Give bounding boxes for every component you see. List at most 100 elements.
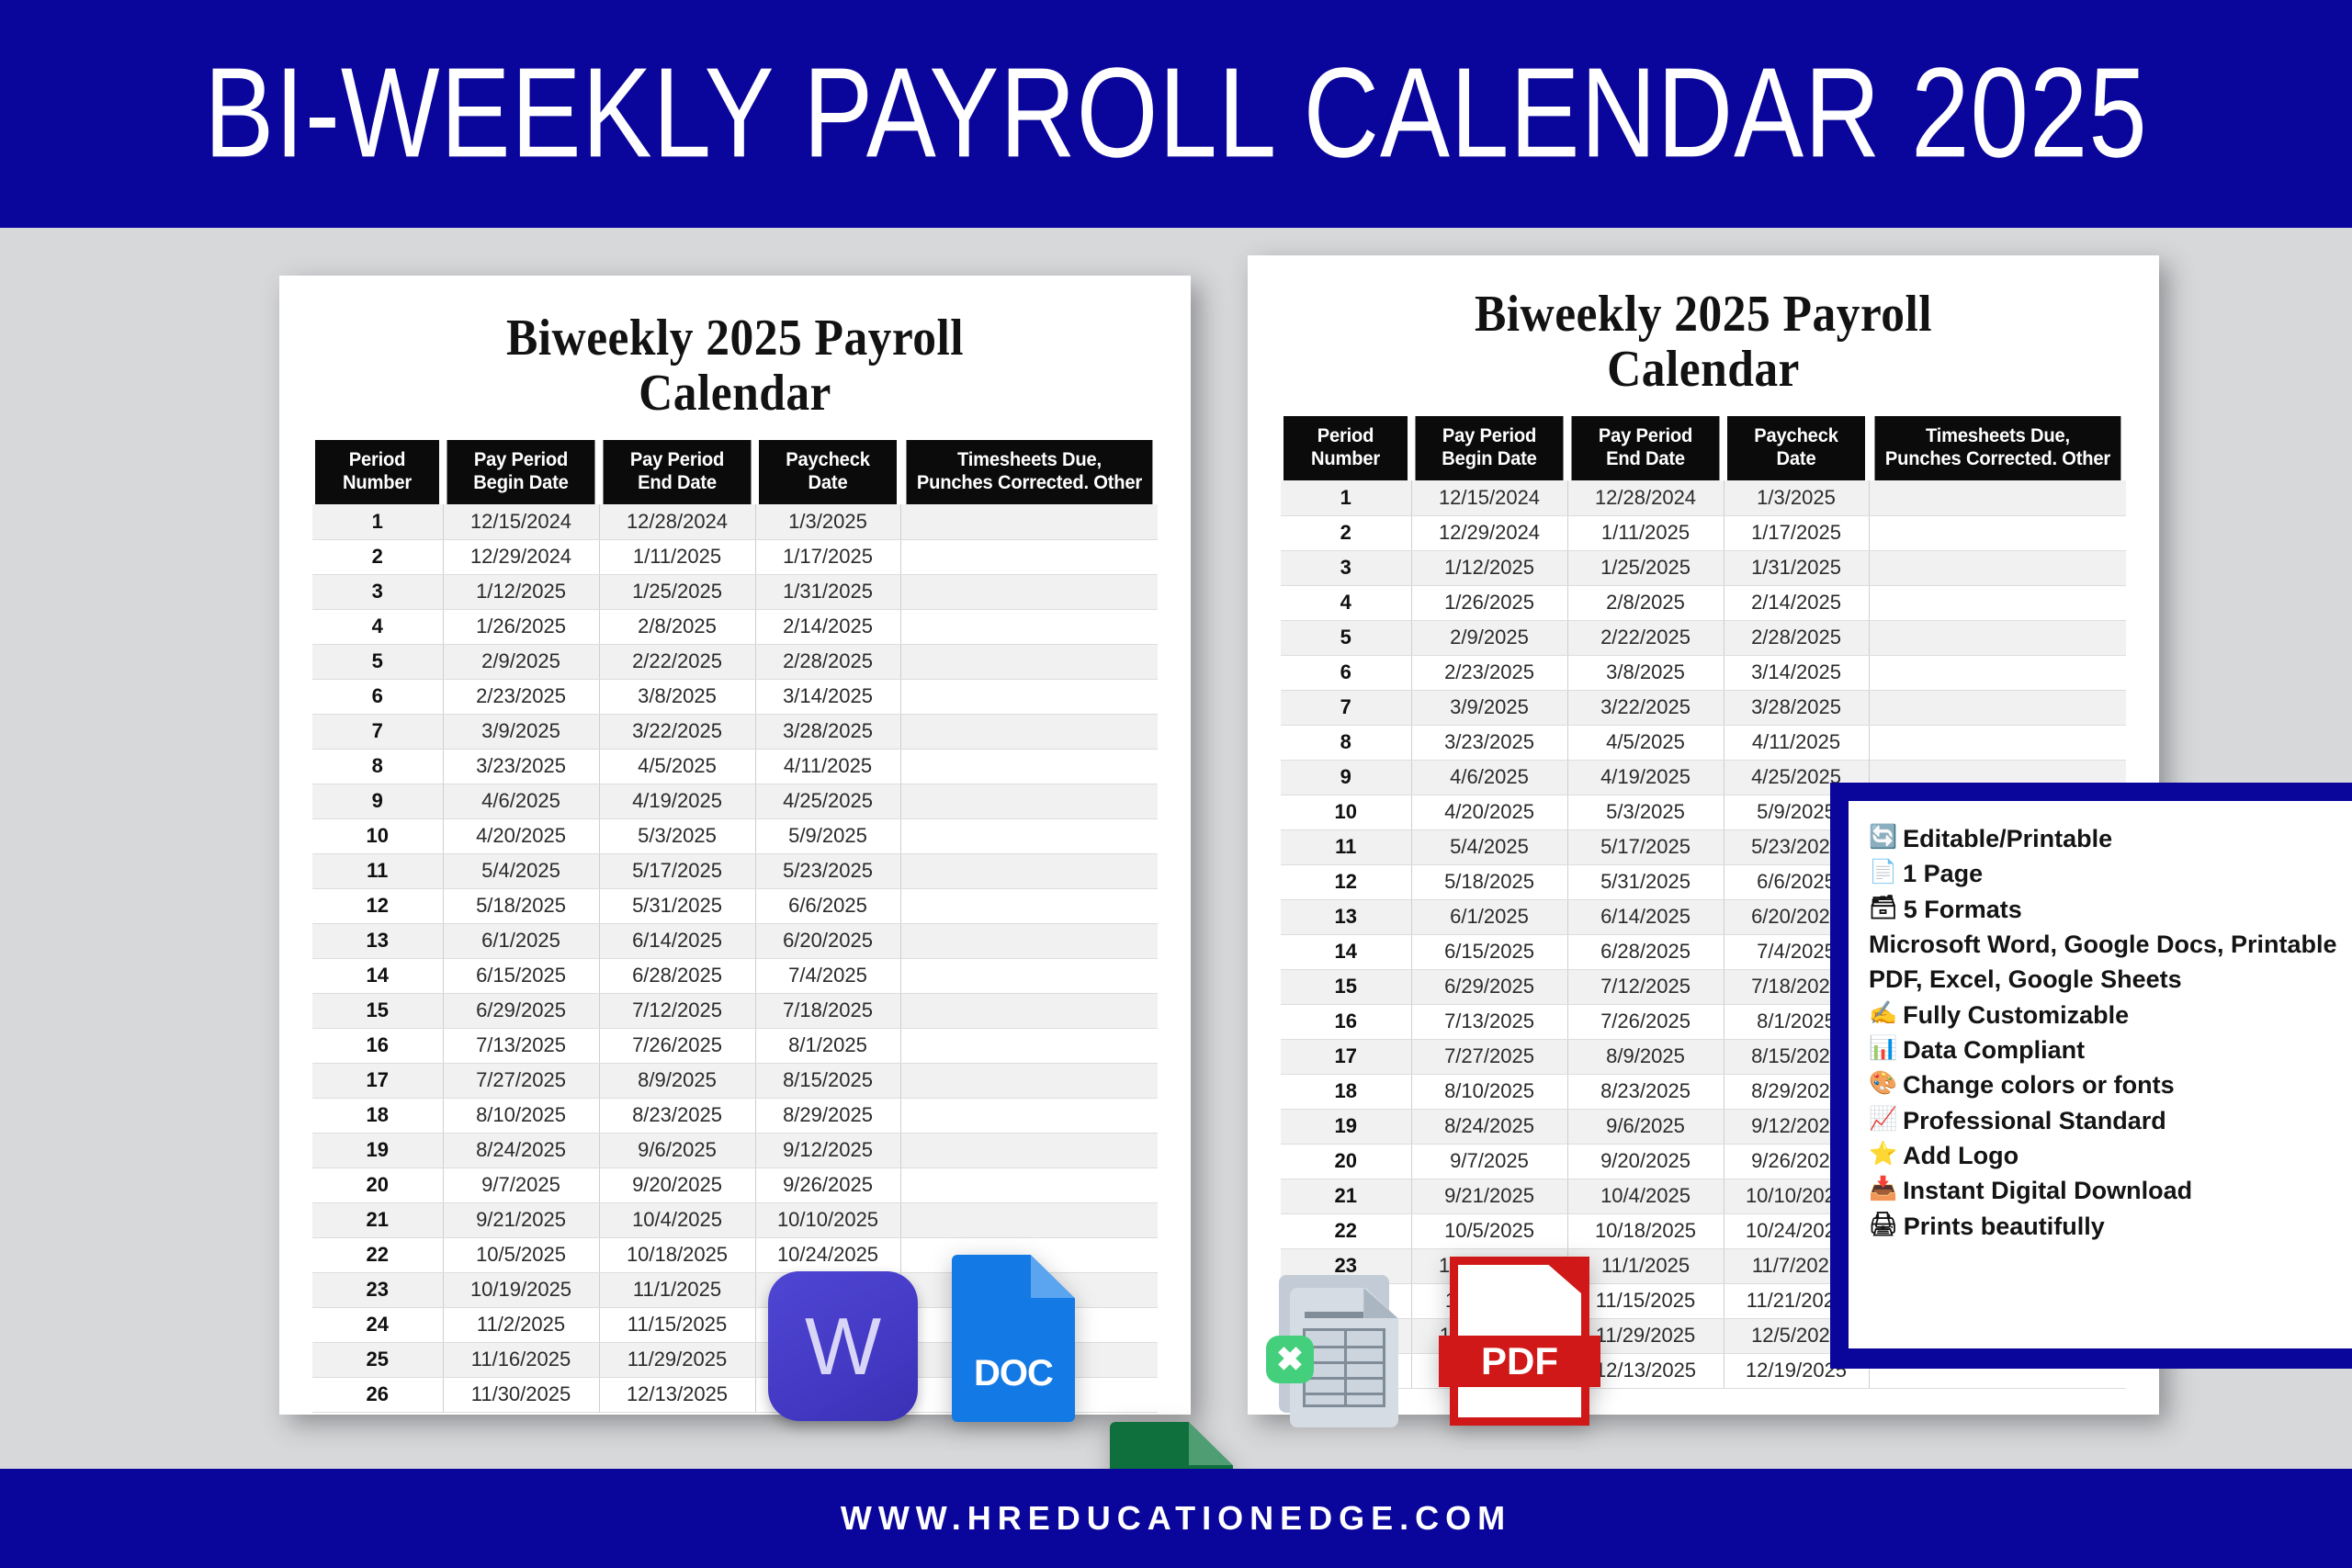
word-icon: W	[768, 1271, 918, 1421]
cell-begin: 5/4/2025	[443, 853, 600, 889]
cell-notes	[1869, 480, 2126, 516]
cell-paycheck: 1/3/2025	[755, 504, 901, 540]
header-banner: BI-WEEKLY PAYROLL CALENDAR 2025	[0, 0, 2352, 228]
cell-num: 11	[1281, 829, 1412, 865]
cell-paycheck: 9/26/2025	[755, 1168, 901, 1203]
cell-begin: 4/6/2025	[1411, 760, 1568, 795]
col-header-begin-date: Pay Period Begin Date	[446, 439, 597, 505]
cell-paycheck: 8/1/2025	[755, 1028, 901, 1064]
cell-num: 22	[312, 1237, 444, 1273]
cell-num: 18	[1281, 1074, 1412, 1110]
cell-begin: 5/18/2025	[1411, 864, 1568, 900]
cell-num: 10	[312, 818, 444, 854]
cell-num: 9	[312, 784, 444, 819]
cell-num: 10	[1281, 795, 1412, 830]
cell-begin: 1/26/2025	[443, 609, 600, 645]
cell-notes	[900, 1063, 1158, 1099]
cell-notes	[900, 714, 1158, 750]
cell-begin: 9/7/2025	[1411, 1144, 1568, 1179]
doc-icon: DOC	[952, 1255, 1075, 1422]
cell-end: 3/22/2025	[599, 714, 756, 750]
document-title-line1: Biweekly 2025 Payroll	[505, 310, 965, 367]
cell-begin: 6/1/2025	[1411, 899, 1568, 935]
cell-begin: 7/13/2025	[443, 1028, 600, 1064]
table-row: 10 4/20/2025 5/3/2025 5/9/2025	[312, 818, 1158, 854]
cell-paycheck: 4/11/2025	[1724, 725, 1870, 761]
table-row: 5 2/9/2025 2/22/2025 2/28/2025	[312, 644, 1158, 680]
pdf-icon-label: PDF	[1439, 1336, 1600, 1387]
cell-num: 18	[312, 1098, 444, 1134]
cell-end: 11/15/2025	[1567, 1283, 1724, 1319]
cell-begin: 9/21/2025	[1411, 1179, 1568, 1214]
cell-end: 10/4/2025	[1567, 1179, 1724, 1214]
cell-end: 11/1/2025	[599, 1272, 756, 1308]
cell-num: 14	[312, 958, 444, 994]
footer-banner: WWW.HREDUCATIONEDGE.COM	[0, 1469, 2352, 1568]
cell-num: 6	[1281, 655, 1412, 691]
feature-item-label: Change colors or fonts	[1903, 1071, 2175, 1100]
cell-begin: 1/26/2025	[1411, 585, 1568, 621]
col-header-paycheck-date: Paycheck Date	[758, 439, 899, 505]
cell-end: 9/6/2025	[599, 1133, 756, 1168]
cell-num: 8	[312, 749, 444, 784]
cell-begin: 10/19/2025	[443, 1272, 600, 1308]
cell-notes	[900, 888, 1158, 924]
table-row: 6 2/23/2025 3/8/2025 3/14/2025	[312, 679, 1158, 715]
cell-begin: 10/5/2025	[1411, 1213, 1568, 1249]
cell-end: 1/25/2025	[599, 574, 756, 610]
cell-num: 7	[312, 714, 444, 750]
cell-begin: 8/10/2025	[443, 1098, 600, 1134]
cell-paycheck: 1/17/2025	[1724, 515, 1870, 551]
table-header-row: Period Number Pay Period Begin Date Pay Pe…	[312, 439, 1158, 505]
cell-num: 21	[1281, 1179, 1412, 1214]
table-row: 18 8/10/2025 8/23/2025 8/29/2025	[312, 1098, 1158, 1134]
table-row: 16 7/13/2025 7/26/2025 8/1/2025	[312, 1028, 1158, 1064]
cell-end: 6/28/2025	[1567, 934, 1724, 970]
cell-begin: 7/13/2025	[1411, 1004, 1568, 1040]
cell-begin: 3/9/2025	[1411, 690, 1568, 726]
cell-num: 17	[312, 1063, 444, 1099]
col-header-period-number: Period Number	[314, 439, 442, 505]
cell-notes	[900, 1028, 1158, 1064]
cell-num: 20	[1281, 1144, 1412, 1179]
cell-paycheck: 3/14/2025	[755, 679, 901, 715]
cell-num: 6	[312, 679, 444, 715]
cell-num: 19	[1281, 1109, 1412, 1145]
cell-paycheck: 1/3/2025	[1724, 480, 1870, 516]
cell-notes	[900, 644, 1158, 680]
cell-end: 5/31/2025	[1567, 864, 1724, 900]
cell-begin: 11/30/2025	[443, 1377, 600, 1413]
feature-item-label: 1 Page	[1903, 860, 1984, 888]
cell-num: 24	[312, 1307, 444, 1343]
feature-item: 📊 Data Compliant	[1869, 1032, 2346, 1067]
cell-notes	[900, 784, 1158, 819]
cell-num: 19	[312, 1133, 444, 1168]
table-row: 1 12/15/2024 12/28/2024 1/3/2025	[1281, 480, 2126, 516]
feature-item: 📥 Instant Digital Download	[1869, 1173, 2346, 1208]
payroll-table-head: Period Number Pay Period Begin Date Pay Pe…	[1281, 415, 2126, 481]
cell-num: 15	[312, 993, 444, 1029]
cell-num: 3	[1281, 550, 1412, 586]
cell-num: 3	[312, 574, 444, 610]
cell-end: 5/3/2025	[599, 818, 756, 854]
cell-notes	[1869, 585, 2126, 621]
cell-notes	[900, 749, 1158, 784]
feature-item: ⭐ Add Logo	[1869, 1138, 2346, 1173]
doc-icon-fold	[1030, 1255, 1075, 1299]
cell-end: 5/31/2025	[599, 888, 756, 924]
cell-num: 12	[1281, 864, 1412, 900]
card-box-icon: 🗃	[1869, 894, 1898, 920]
sheets-icon-badge: ✖	[1266, 1336, 1314, 1383]
cell-begin: 3/23/2025	[443, 749, 600, 784]
cell-notes	[1869, 655, 2126, 691]
cell-begin: 4/6/2025	[443, 784, 600, 819]
cell-begin: 2/23/2025	[443, 679, 600, 715]
cell-end: 12/13/2025	[599, 1377, 756, 1413]
cell-paycheck: 1/31/2025	[755, 574, 901, 610]
cell-paycheck: 6/6/2025	[755, 888, 901, 924]
col-header-timesheets-due: Timesheets Due, Punches Corrected. Other	[1873, 415, 2121, 481]
table-row: 7 3/9/2025 3/22/2025 3/28/2025	[1281, 690, 2126, 726]
cell-begin: 6/15/2025	[443, 958, 600, 994]
cell-paycheck: 6/20/2025	[755, 923, 901, 959]
cell-num: 8	[1281, 725, 1412, 761]
